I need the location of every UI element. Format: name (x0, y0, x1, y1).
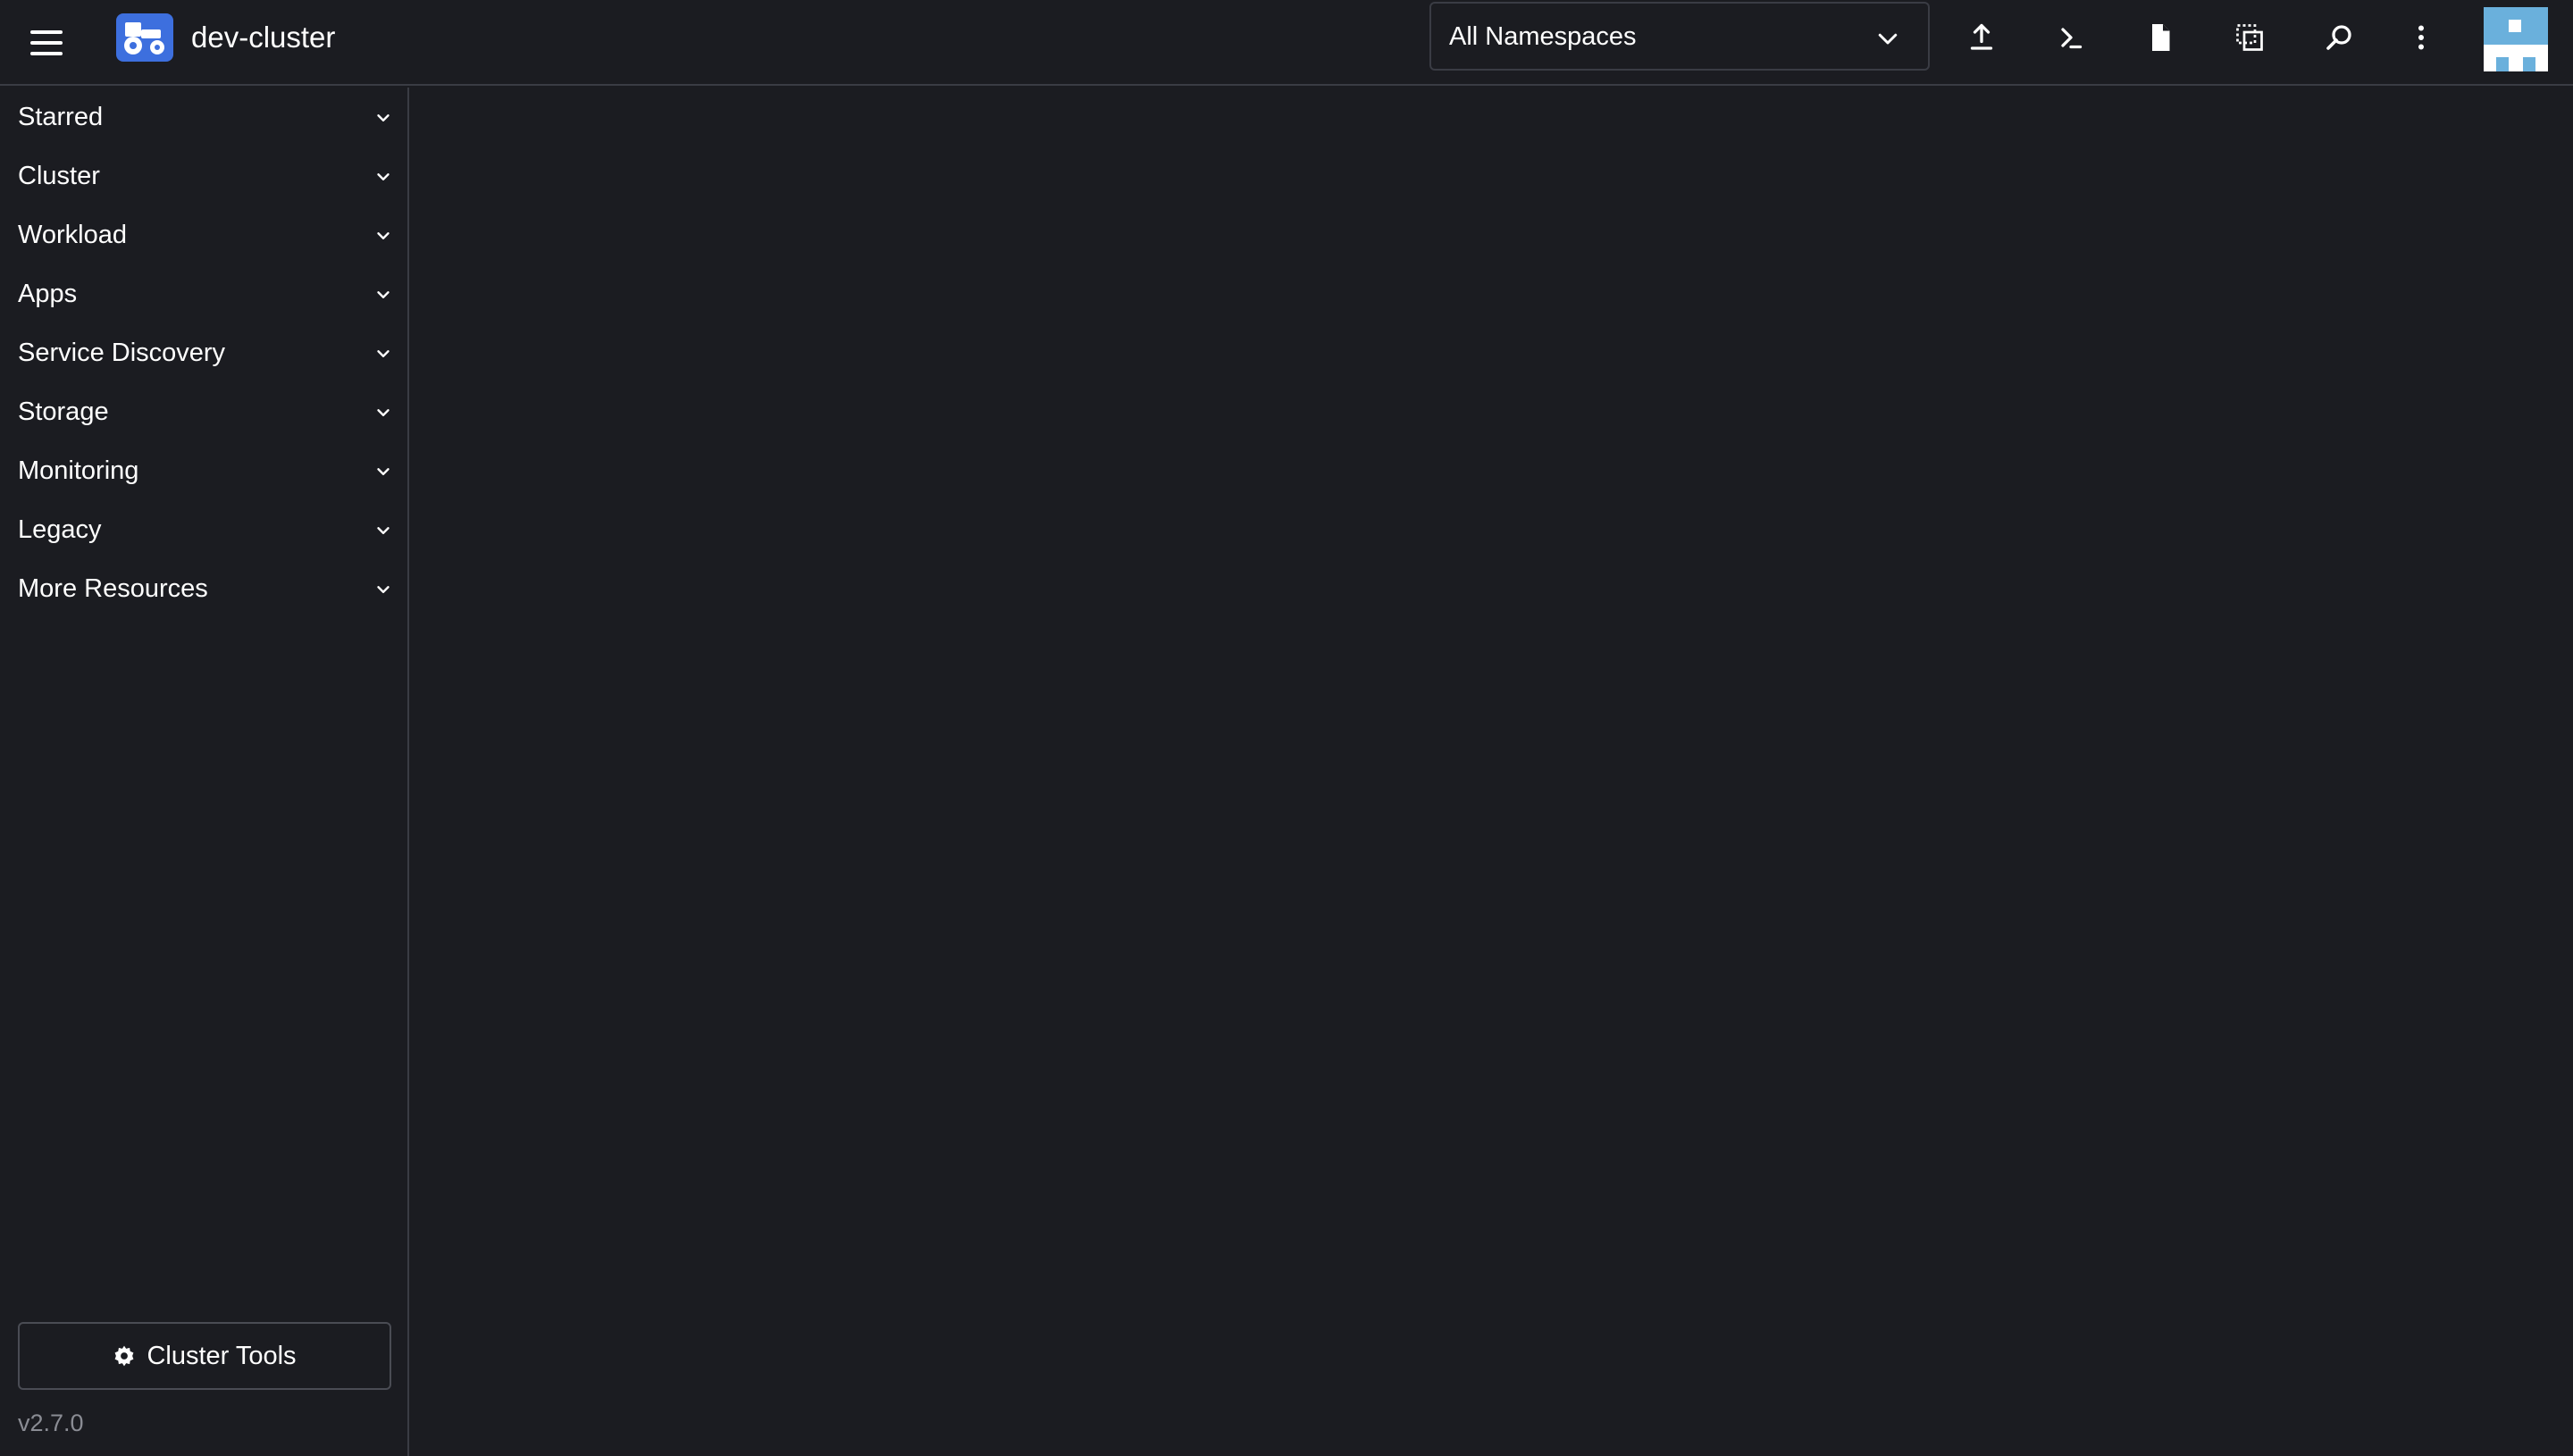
sidebar-item-workload[interactable]: Workload (0, 208, 407, 262)
more-actions-button[interactable] (2394, 16, 2448, 59)
chevron-down-icon (377, 291, 390, 298)
resource-search-button[interactable] (2312, 16, 2366, 59)
chevron-down-icon (377, 527, 390, 534)
sidebar-item-cluster[interactable]: Cluster (0, 149, 407, 203)
chevron-down-icon (377, 232, 390, 239)
menu-icon-bar (30, 41, 63, 45)
sidebar-item-starred[interactable]: Starred (0, 90, 407, 144)
sidebar-item-label: Service Discovery (18, 339, 226, 367)
chevron-down-icon (377, 409, 390, 416)
side-nav: Starred Cluster Workload Apps Service Di… (0, 88, 409, 1456)
version-label: v2.7.0 (18, 1410, 84, 1436)
identicon-icon (2484, 7, 2548, 71)
cluster-name: dev-cluster (191, 21, 336, 54)
upload-icon (1970, 23, 1993, 50)
search-icon (2326, 25, 2351, 50)
user-avatar[interactable] (2484, 7, 2548, 71)
chevron-down-icon (1878, 33, 1898, 45)
sidebar-item-label: Workload (18, 221, 127, 249)
chevron-down-icon (377, 173, 390, 180)
sidebar-item-label: Apps (18, 280, 78, 308)
menu-icon-bar (30, 30, 63, 34)
terminal-icon (2061, 28, 2083, 49)
sidebar-item-service-discovery[interactable]: Service Discovery (0, 326, 407, 380)
menu-toggle-button[interactable] (27, 21, 71, 64)
file-icon (2152, 24, 2170, 51)
sidebar-item-label: Storage (18, 397, 109, 426)
menu-icon-bar (30, 52, 63, 55)
vertical-dots-icon (2418, 25, 2424, 50)
import-yaml-button[interactable] (1955, 16, 2008, 59)
copy-icon (2236, 24, 2263, 51)
chevron-down-icon (377, 350, 390, 357)
chevron-down-icon (377, 468, 390, 475)
copy-kubeconfig-button[interactable] (2223, 16, 2276, 59)
tractor-icon (124, 22, 164, 54)
cluster-tools-label: Cluster Tools (147, 1342, 297, 1370)
namespace-select[interactable]: All Namespaces (1429, 2, 1930, 71)
main-content (411, 88, 2573, 1456)
kubeconfig-download-button[interactable] (2133, 16, 2187, 59)
sidebar-item-apps[interactable]: Apps (0, 267, 407, 321)
sidebar-item-label: Legacy (18, 515, 102, 544)
sidebar-item-more-resources[interactable]: More Resources (0, 562, 407, 615)
cluster-logo-icon[interactable] (116, 13, 173, 62)
kubectl-shell-button[interactable] (2044, 16, 2098, 59)
top-header: dev-cluster All Namespaces (0, 0, 2573, 86)
sidebar-item-legacy[interactable]: Legacy (0, 503, 407, 556)
sidebar-item-label: Monitoring (18, 456, 139, 485)
chevron-down-icon (377, 586, 390, 593)
sidebar-item-label: Cluster (18, 162, 100, 190)
chevron-down-icon (377, 114, 390, 121)
namespace-select-value: All Namespaces (1449, 22, 1637, 51)
sidebar-item-label: Starred (18, 103, 104, 131)
gear-icon (115, 1345, 134, 1367)
sidebar-item-storage[interactable]: Storage (0, 385, 407, 439)
sidebar-item-label: More Resources (18, 574, 208, 603)
cluster-tools-button[interactable]: Cluster Tools (18, 1322, 391, 1390)
sidebar-item-monitoring[interactable]: Monitoring (0, 444, 407, 498)
